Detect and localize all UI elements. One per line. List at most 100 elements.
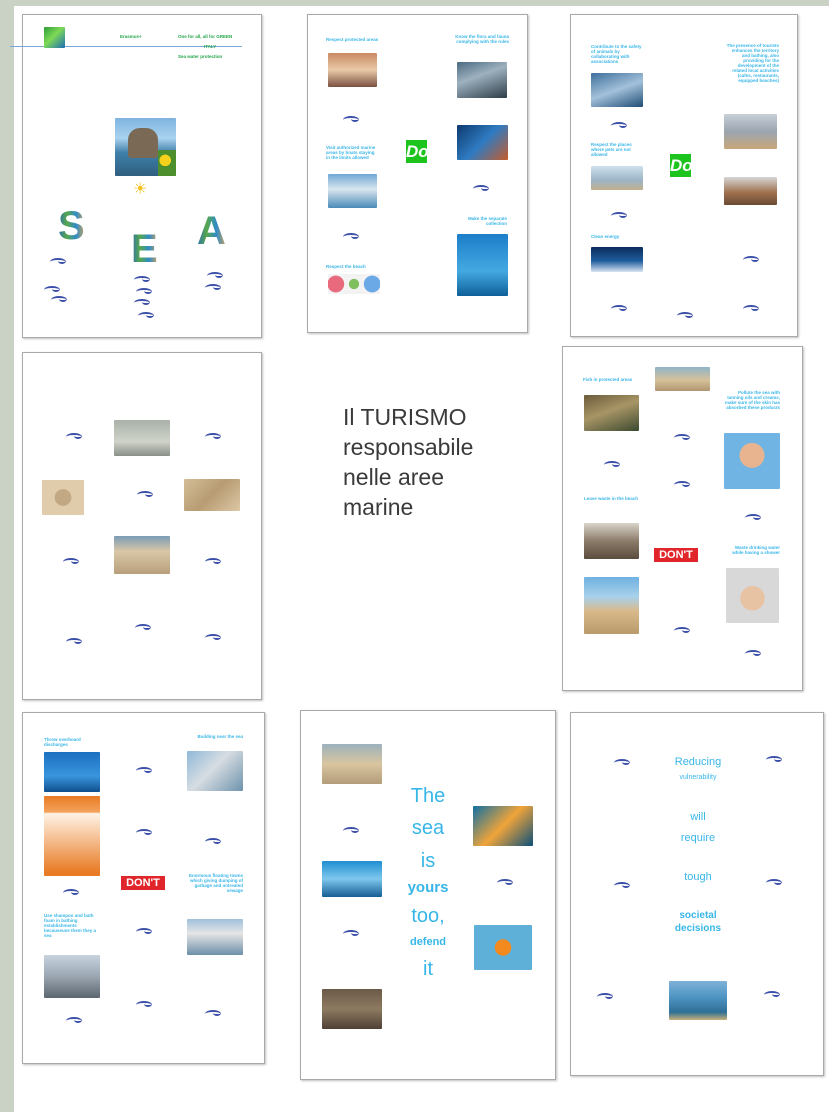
photo-beach-message	[322, 744, 382, 784]
wave-icon	[497, 879, 513, 887]
wave-icon	[343, 930, 359, 938]
erasmus-label: Erasmus+	[120, 34, 142, 39]
photo-cliff-buildings	[187, 751, 243, 791]
sun-icon: ☀	[133, 181, 148, 198]
caption-waste-water: Waste drinking water while having a show…	[732, 545, 780, 555]
wave-icon	[205, 433, 221, 441]
quote-vulnerability: vulnerability	[679, 774, 717, 781]
page-sand-drawings	[22, 352, 262, 700]
wave-icon	[134, 276, 150, 284]
wave-icon	[674, 434, 690, 442]
photo-coral-reef	[457, 125, 508, 160]
wave-icon	[136, 829, 152, 837]
project-title: One for all, all for GREEN	[178, 34, 233, 39]
wave-icon	[134, 299, 150, 307]
photo-protected-area	[328, 53, 377, 87]
photo-clownfish	[474, 925, 532, 970]
slogan-the: The	[410, 785, 446, 807]
wave-icon	[597, 993, 613, 1001]
letter-a: A	[197, 209, 226, 253]
wave-icon	[205, 838, 221, 846]
quote-reducing: Reducing	[674, 756, 722, 768]
wave-icon	[66, 1017, 82, 1025]
photo-solar-boat	[591, 247, 643, 272]
wave-icon	[766, 879, 782, 887]
photo-sand-fish	[114, 420, 170, 456]
wave-icon	[674, 627, 690, 635]
wave-icon	[743, 305, 759, 313]
quote-decisions: decisions	[674, 923, 722, 934]
photo-no-pets-sign	[591, 166, 643, 190]
wave-icon	[611, 212, 627, 220]
island-rock	[128, 128, 158, 158]
wave-icon	[677, 312, 693, 320]
quote-require: require	[680, 832, 716, 844]
wave-icon	[63, 558, 79, 566]
slogan-defend: defend	[409, 936, 447, 948]
project-country: ITALY	[204, 44, 217, 49]
wave-icon	[604, 461, 620, 469]
title-line-2: responsabile	[343, 434, 474, 460]
slogan-yours: yours	[407, 879, 449, 896]
letter-s: S	[58, 204, 85, 248]
wave-icon	[135, 624, 151, 632]
dont-badge: DON'T	[654, 548, 698, 562]
wave-icon	[205, 1010, 221, 1018]
wave-icon	[50, 258, 66, 266]
wave-icon	[205, 284, 221, 292]
caption-visit-marine-areas: Visit authorized marine areas by boats s…	[326, 145, 376, 160]
slogan-sea: sea	[411, 817, 445, 839]
caption-clean-energy: Clean energy	[591, 234, 620, 239]
wave-icon	[66, 433, 82, 441]
quote-will: will	[690, 811, 706, 823]
caption-tanning-oils: Pollute the sea with tanning oils and cr…	[724, 390, 780, 410]
wave-icon	[136, 288, 152, 296]
wave-icon	[66, 638, 82, 646]
wave-icon	[766, 756, 782, 764]
photo-restaurant	[724, 177, 777, 205]
do-badge: Do	[670, 154, 693, 177]
wave-icon	[63, 889, 79, 897]
caption-overboard-discharges: Throw overboard discharges	[44, 737, 81, 747]
title-line-4: marine	[343, 494, 414, 520]
caption-respect-beach: Respect the beach	[326, 264, 366, 269]
project-subtitle: Sea water protection	[178, 54, 223, 59]
wave-icon	[343, 827, 359, 835]
wave-icon	[614, 759, 630, 767]
wave-icon	[136, 928, 152, 936]
photo-shower	[726, 568, 779, 623]
center-title: Il TURISMO responsabile nelle aree marin…	[343, 402, 533, 522]
wave-icon	[743, 256, 759, 264]
dont-badge: DON'T	[121, 876, 165, 890]
title-line-3: nelle aree	[343, 464, 445, 490]
photo-dolphin	[322, 861, 382, 897]
photo-crowded-beach	[584, 577, 639, 634]
photo-rescue	[591, 73, 643, 107]
wave-icon	[205, 558, 221, 566]
photo-coast	[669, 981, 727, 1020]
left-border	[0, 0, 14, 1112]
photo-resort	[724, 114, 777, 149]
caption-safety-animals: Contribute to the safety of animals by c…	[591, 44, 642, 64]
photo-fishing	[584, 395, 639, 431]
slogan-it: it	[423, 958, 433, 980]
wave-icon	[137, 491, 153, 499]
photo-cruise-ship	[187, 919, 243, 955]
photo-beach-waste	[584, 523, 639, 559]
caption-separate-collection: Make the separate collection	[467, 216, 507, 226]
wave-icon	[136, 1001, 152, 1009]
photo-thank-you-sand	[322, 989, 382, 1029]
photo-sand-heart	[114, 536, 170, 574]
caption-shampoo: Use shampoo and bath foam in bathing est…	[44, 913, 97, 938]
beach-icons	[328, 274, 380, 294]
wave-icon	[674, 481, 690, 489]
wave-icon	[614, 882, 630, 890]
photo-bathing-establishment	[44, 955, 100, 998]
photo-boat	[328, 174, 377, 208]
wave-icon	[207, 272, 223, 280]
caption-tourists-territory: The presence of tourists enhances the te…	[726, 43, 779, 83]
quote-societal: societal	[679, 910, 717, 921]
photo-seahorse	[473, 806, 533, 846]
photo-sand-turtle	[42, 480, 84, 515]
wave-icon	[205, 634, 221, 642]
